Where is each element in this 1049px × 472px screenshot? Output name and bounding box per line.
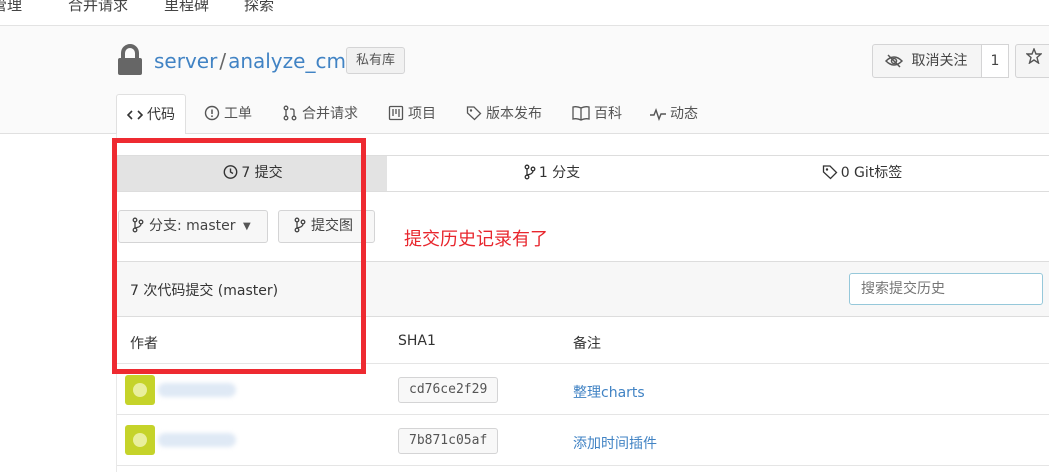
lock-icon <box>117 44 143 80</box>
branches-stat[interactable]: 1 分支 <box>387 156 717 191</box>
branch-icon <box>132 217 149 234</box>
tab-wiki-label: 百科 <box>594 106 622 122</box>
watch-count[interactable]: 1 <box>981 44 1009 78</box>
star-icon <box>1025 47 1043 68</box>
private-badge: 私有库 <box>346 47 406 74</box>
tab-projects[interactable]: 项目 <box>388 94 436 134</box>
tab-pull-requests-label: 合并请求 <box>302 106 358 122</box>
tab-issues-label: 工单 <box>224 106 252 122</box>
tab-wiki[interactable]: 百科 <box>572 94 622 134</box>
pull-request-icon <box>282 105 302 122</box>
tags-stat[interactable]: 0 Git标签 <box>717 156 1007 191</box>
column-sha: SHA1 <box>398 333 436 349</box>
unwatch-button[interactable]: 取消关注 <box>872 44 982 78</box>
commit-sha[interactable]: cd76ce2f29 <box>398 377 499 403</box>
redacted-author <box>158 383 236 397</box>
repo-owner-link[interactable]: server <box>154 49 217 73</box>
commit-message[interactable]: 整理charts <box>573 382 645 402</box>
tags-stat-label: 0 Git标签 <box>840 165 903 181</box>
eye-slash-icon <box>884 53 911 69</box>
redacted-author <box>158 433 236 447</box>
commits-stat[interactable]: 7 提交 <box>118 156 387 191</box>
commit-graph-label: 提交图 <box>311 218 353 234</box>
avatar[interactable] <box>125 425 155 455</box>
star-button[interactable] <box>1015 44 1049 78</box>
tab-code[interactable]: 代码 <box>116 94 186 135</box>
tab-pull-requests[interactable]: 合并请求 <box>282 94 358 134</box>
row-divider <box>117 414 1049 415</box>
column-message: 备注 <box>573 336 601 352</box>
branches-stat-label: 1 分支 <box>538 165 581 181</box>
commit-message[interactable]: 添加时间插件 <box>573 433 657 453</box>
repo-name-link[interactable]: analyze_cms <box>228 49 356 73</box>
commits-header: 7 次代码提交 (master) <box>117 261 1049 317</box>
project-icon <box>388 105 408 122</box>
caret-down-icon: ▼ <box>243 221 251 232</box>
commit-graph-button[interactable]: 提交图 <box>278 210 375 243</box>
top-nav-item-explore[interactable]: 探索 <box>244 0 274 15</box>
top-nav-item-manage[interactable]: 管理 <box>0 0 22 15</box>
pulse-icon <box>650 106 670 122</box>
tab-releases[interactable]: 版本发布 <box>466 94 542 134</box>
repo-separator: / <box>219 49 227 73</box>
repo-title: server / analyze_cms <box>154 49 356 73</box>
avatar[interactable] <box>125 375 155 405</box>
repo-stats-bar: 7 提交 1 分支 0 Git标签 <box>117 155 1049 192</box>
branch-icon <box>524 164 539 181</box>
annotation-text: 提交历史记录有了 <box>404 229 548 250</box>
top-nav-item-pull-requests[interactable]: 合并请求 <box>68 0 128 15</box>
tag-icon <box>466 106 486 122</box>
history-icon <box>222 165 241 181</box>
top-nav: 管理 合并请求 里程碑 探索 <box>0 0 1049 26</box>
row-divider <box>117 363 1049 364</box>
code-icon <box>126 107 147 123</box>
unwatch-label: 取消关注 <box>911 53 968 69</box>
commit-sha[interactable]: 7b871c05af <box>398 428 499 454</box>
tab-code-label: 代码 <box>147 107 175 123</box>
top-nav-item-milestones[interactable]: 里程碑 <box>164 0 209 15</box>
book-icon <box>572 106 594 122</box>
commits-stat-label: 7 提交 <box>241 165 283 181</box>
commit-search-input[interactable] <box>849 273 1043 305</box>
branch-dropdown[interactable]: 分支: master ▼ <box>118 210 268 243</box>
issue-icon <box>204 105 224 122</box>
branch-icon <box>294 217 311 234</box>
column-author: 作者 <box>130 336 158 352</box>
row-divider <box>117 465 1049 466</box>
tab-issues[interactable]: 工单 <box>204 94 252 134</box>
tab-activity[interactable]: 动态 <box>650 94 698 134</box>
tab-releases-label: 版本发布 <box>486 106 542 122</box>
tab-activity-label: 动态 <box>670 106 698 122</box>
tag-icon <box>822 165 841 181</box>
branch-dropdown-label: 分支: master <box>149 218 236 234</box>
tab-projects-label: 项目 <box>408 106 436 122</box>
commit-count: 7 次代码提交 (master) <box>130 283 279 299</box>
